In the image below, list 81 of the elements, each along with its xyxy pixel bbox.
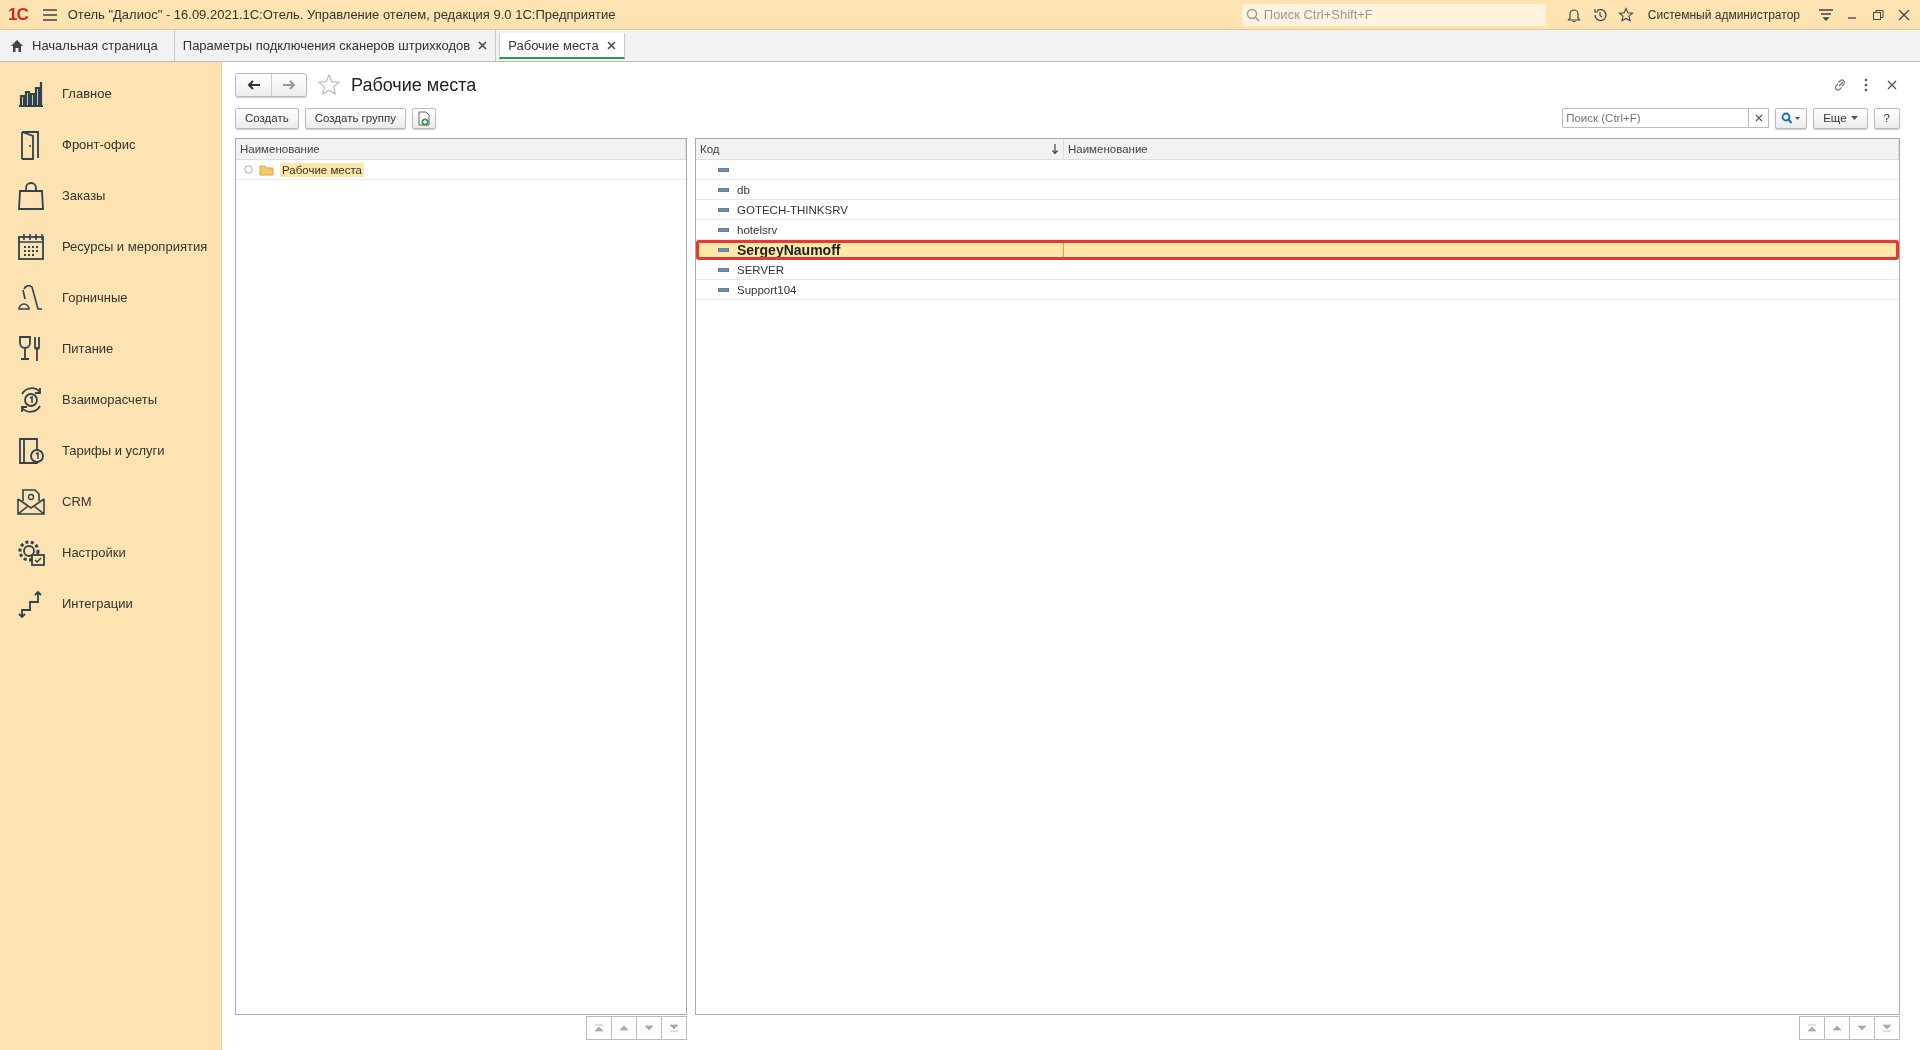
right-arrow-icon — [282, 80, 296, 90]
table-cell: GOTECH-THINKSRV — [737, 203, 848, 216]
item-marker-icon — [718, 287, 729, 292]
item-marker-icon — [718, 267, 729, 272]
sidebar-item[interactable]: Взаиморасчеты — [62, 392, 157, 407]
next-icon[interactable] — [1856, 1023, 1868, 1033]
add-document-button[interactable] — [412, 107, 437, 129]
shopping-bag-icon — [16, 180, 46, 211]
first-page-icon[interactable] — [593, 1023, 605, 1033]
previous-icon[interactable] — [618, 1023, 630, 1033]
caret-icon — [1850, 116, 1858, 120]
table-row[interactable]: SERVER — [696, 260, 1899, 280]
item-marker-icon — [718, 247, 729, 252]
bell-icon[interactable] — [1565, 6, 1582, 23]
sidebar-item[interactable]: CRM — [62, 494, 92, 509]
table-cell: Support104 — [737, 283, 797, 296]
tab[interactable]: Рабочие места — [499, 33, 625, 59]
form-title: Рабочие места — [351, 74, 478, 96]
item-marker-icon — [718, 187, 729, 192]
item-marker-icon — [718, 227, 729, 232]
table-cell: SERVER — [737, 263, 785, 276]
last-page-icon[interactable] — [668, 1023, 680, 1033]
envelope-icon — [16, 486, 46, 517]
user-name[interactable]: Системный администратор — [1647, 7, 1800, 22]
toolbar-button[interactable]: Создать группу — [304, 107, 407, 129]
next-icon[interactable] — [643, 1023, 655, 1033]
search-field[interactable]: Поиск (Ctrl+F) — [1562, 108, 1750, 128]
calendar-icon — [16, 231, 46, 262]
toolbar-button[interactable]: Создать — [235, 107, 299, 129]
table-row[interactable]: db — [696, 180, 1899, 200]
tab[interactable]: Начальная страница — [0, 30, 175, 61]
menu-icon[interactable] — [41, 7, 58, 22]
sidebar-item[interactable]: Интеграции — [62, 596, 133, 611]
last-page-icon[interactable] — [1881, 1023, 1893, 1033]
sidebar-item[interactable]: Горничные — [62, 290, 128, 305]
previous-icon[interactable] — [1831, 1023, 1843, 1033]
link-icon[interactable] — [1832, 77, 1848, 93]
tree-item[interactable]: Рабочие места — [280, 162, 364, 177]
search-dropdown-icon — [1781, 112, 1802, 124]
sidebar-item[interactable]: Питание — [62, 341, 114, 356]
sidebar-item[interactable]: Ресурсы и мероприятия — [62, 239, 208, 254]
radio-circle-icon[interactable] — [244, 165, 253, 174]
sidebar-item[interactable]: Тарифы и услуги — [62, 443, 165, 458]
sidebar-item[interactable]: Главное — [62, 86, 112, 101]
funnel-menu-icon[interactable] — [1818, 7, 1834, 22]
close-icon[interactable] — [1896, 7, 1912, 22]
home-icon — [10, 39, 24, 52]
book-coin-icon — [16, 435, 46, 466]
app-logo: 1С — [8, 4, 29, 25]
close-icon[interactable] — [478, 41, 488, 50]
left-arrow-icon — [246, 80, 261, 90]
selected-row[interactable]: SergeyNaumoff — [696, 240, 1899, 260]
sort-arrow-icon — [1051, 144, 1059, 154]
more-button[interactable]: Еще — [1813, 107, 1868, 129]
table-cell: db — [737, 183, 750, 196]
table-cell: SergeyNaumoff — [737, 241, 841, 258]
search-icon — [1245, 7, 1260, 22]
item-marker-icon — [718, 207, 729, 212]
folder-icon — [259, 163, 274, 176]
tab[interactable]: Параметры подключения сканеров штрихкодов — [174, 30, 497, 61]
help-button[interactable]: ? — [1873, 107, 1900, 129]
column-header[interactable]: Наименование — [236, 139, 686, 159]
column-header[interactable]: Код — [696, 139, 1064, 159]
restore-icon[interactable] — [1870, 7, 1886, 22]
table-row[interactable]: Support104 — [696, 280, 1899, 300]
history-icon[interactable] — [1591, 6, 1608, 23]
column-header[interactable]: Наименование — [1064, 139, 1899, 159]
close-icon[interactable] — [606, 40, 616, 50]
sidebar-item[interactable]: Настройки — [62, 545, 126, 560]
sidebar-item[interactable]: Заказы — [62, 188, 106, 203]
item-marker-icon — [718, 167, 729, 172]
search-button[interactable] — [1775, 107, 1808, 129]
window-title: Отель "Далиос" - 16.09.2021.1С:Отель. Управление отелем, редакция 9.0 1С:Предприятие — [67, 7, 617, 22]
first-page-icon[interactable] — [1806, 1023, 1818, 1033]
clear-icon[interactable] — [1754, 114, 1763, 122]
star-icon[interactable] — [317, 73, 341, 97]
sidebar-item[interactable]: Фронт-офис — [62, 137, 136, 152]
document-plus-icon — [417, 110, 432, 126]
table-cell: hotelsrv — [737, 223, 778, 236]
table-row[interactable]: GOTECH-THINKSRV — [696, 200, 1899, 220]
star-icon[interactable] — [1617, 6, 1634, 23]
